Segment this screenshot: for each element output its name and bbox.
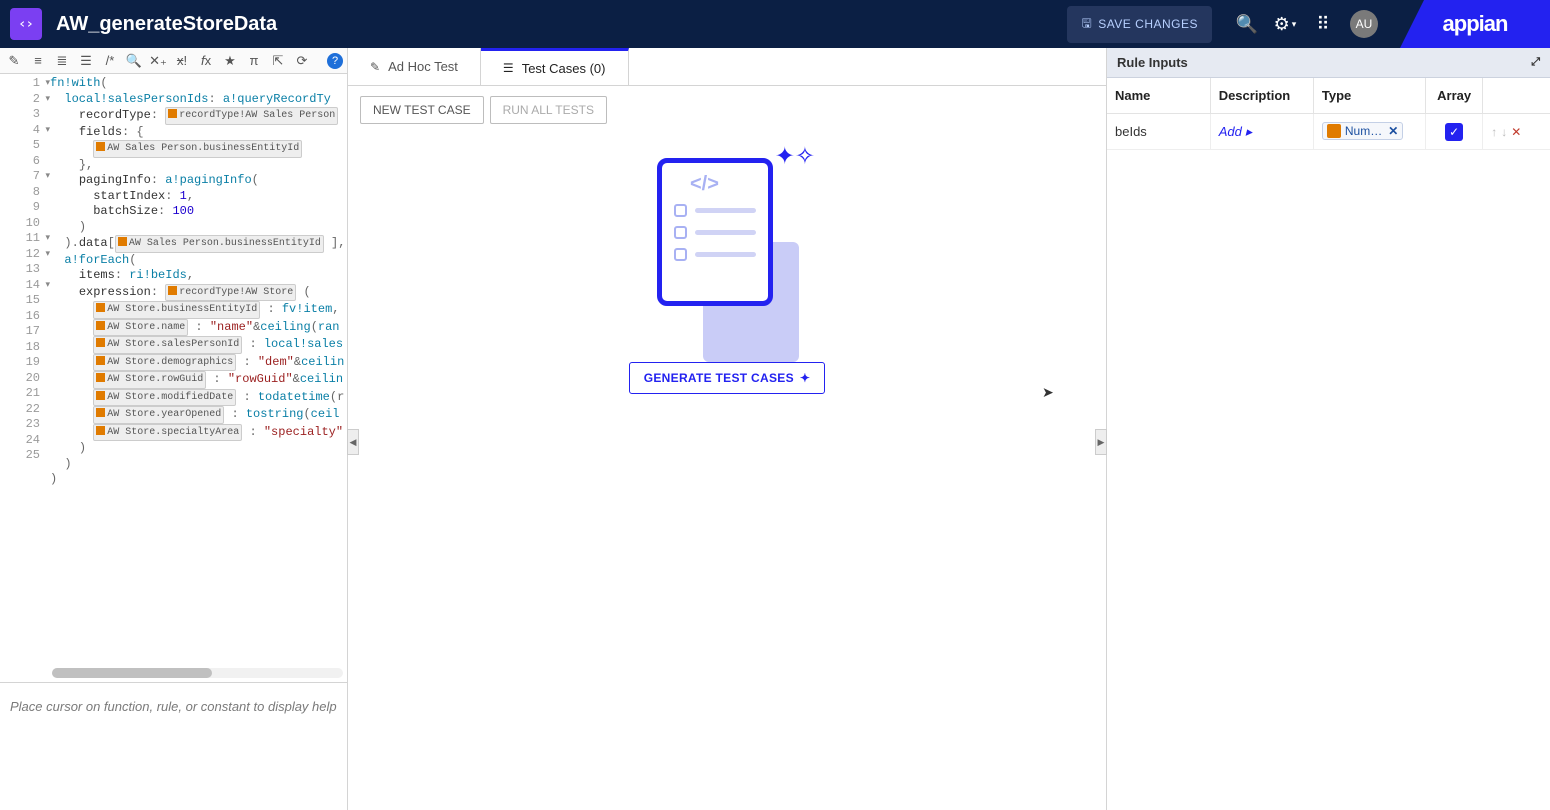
toolbar-fx-icon[interactable]: fx xyxy=(196,53,216,68)
ri-row-actions: ↑ ↓ ✕ xyxy=(1491,125,1542,139)
collapse-right-handle[interactable]: ▶ xyxy=(1095,429,1107,455)
toolbar-format-icon[interactable]: ✎ xyxy=(4,53,24,69)
search-icon: 🔍 xyxy=(1236,14,1258,35)
tab-test-cases[interactable]: ☰ Test Cases (0) xyxy=(481,48,629,85)
list-icon: ☰ xyxy=(503,61,514,75)
code-icon xyxy=(17,15,35,33)
user-avatar[interactable]: AU xyxy=(1350,10,1378,38)
save-icon: 🖫 xyxy=(1081,14,1092,35)
ri-add-description-link[interactable]: Add ▸ xyxy=(1219,124,1252,139)
ri-name-cell[interactable]: beIds xyxy=(1107,114,1210,150)
rule-inputs-panel: Rule Inputs ⤢ Name Description Type Arra… xyxy=(1106,48,1550,810)
toolbar-export-icon[interactable]: ⇱ xyxy=(268,53,288,69)
toolbar-help-icon[interactable]: ? xyxy=(327,53,343,69)
code-tag-icon: </> xyxy=(690,173,719,196)
code-gutter: 1234567891011121314151617181920212223242… xyxy=(0,74,50,682)
delete-row-icon[interactable]: ✕ xyxy=(1511,125,1521,139)
settings-menu-button[interactable]: ⚙▾ xyxy=(1266,0,1304,48)
code-toolbar: ✎ ≡ ≣ ☰ /* 🔍 ✕₊ x! fx ★ π ⇱ ⟳ ? xyxy=(0,48,347,74)
test-case-buttons: NEW TEST CASE RUN ALL TESTS xyxy=(348,86,1106,134)
collapse-left-handle[interactable]: ◀ xyxy=(347,429,359,455)
col-type: Type xyxy=(1313,78,1425,114)
pencil-icon: ✎ xyxy=(370,60,380,74)
toolbar-comment-icon[interactable]: /* xyxy=(100,53,120,68)
app-logo xyxy=(10,8,42,40)
code-body[interactable]: fn!with( local!salesPersonIds: a!queryRe… xyxy=(50,74,347,682)
code-panel: ✎ ≡ ≣ ☰ /* 🔍 ✕₊ x! fx ★ π ⇱ ⟳ ? 12345678… xyxy=(0,48,348,810)
global-search-button[interactable]: 🔍 xyxy=(1228,0,1266,48)
scrollbar-thumb[interactable] xyxy=(52,668,212,678)
tab-adhoc-test[interactable]: ✎ Ad Hoc Test xyxy=(348,48,481,85)
test-cases-empty-state: </> ✦✧ GENERATE TEST CASES ✦ xyxy=(348,158,1106,394)
move-down-icon[interactable]: ↓ xyxy=(1501,125,1507,139)
empty-illustration: </> ✦✧ xyxy=(657,158,797,338)
run-all-tests-button[interactable]: RUN ALL TESTS xyxy=(490,96,607,124)
ri-type-label: Num… xyxy=(1345,124,1382,138)
move-up-icon[interactable]: ↑ xyxy=(1491,125,1497,139)
sparkle-icon: ✦ xyxy=(800,371,810,385)
toolbar-outdent-icon[interactable]: ≡ xyxy=(28,53,48,68)
tab-adhoc-label: Ad Hoc Test xyxy=(388,59,458,74)
col-array: Array xyxy=(1426,78,1483,114)
toolbar-star-icon[interactable]: ★ xyxy=(220,53,240,69)
code-help-pane: Place cursor on function, rule, or const… xyxy=(0,682,347,810)
gear-icon: ⚙ xyxy=(1274,14,1290,35)
col-description: Description xyxy=(1210,78,1313,114)
generate-test-cases-button[interactable]: GENERATE TEST CASES ✦ xyxy=(629,362,826,394)
toolbar-indent-icon[interactable]: ≣ xyxy=(52,53,72,69)
topbar: AW_generateStoreData 🖫 SAVE CHANGES 🔍 ⚙▾… xyxy=(0,0,1550,48)
test-panel: ◀ ▶ ✎ Ad Hoc Test ☰ Test Cases (0) NEW T… xyxy=(348,48,1106,810)
grid-icon: ⠿ xyxy=(1316,14,1329,35)
generate-label: GENERATE TEST CASES xyxy=(644,371,794,385)
save-label: SAVE CHANGES xyxy=(1098,17,1198,31)
rule-inputs-header: Rule Inputs ⤢ xyxy=(1107,48,1550,78)
rule-input-row: beIds Add ▸ Num… ✕ ✓ ↑ ↓ xyxy=(1107,114,1550,150)
type-icon xyxy=(1327,124,1341,138)
clear-type-icon[interactable]: ✕ xyxy=(1388,124,1398,138)
save-changes-button[interactable]: 🖫 SAVE CHANGES xyxy=(1067,6,1212,43)
ri-type-chip[interactable]: Num… ✕ xyxy=(1322,122,1403,140)
toolbar-search-icon[interactable]: 🔍 xyxy=(124,53,144,69)
code-editor[interactable]: 1234567891011121314151617181920212223242… xyxy=(0,74,347,682)
toolbar-pi-icon[interactable]: π xyxy=(244,53,264,68)
rule-inputs-title: Rule Inputs xyxy=(1117,55,1188,70)
col-name: Name xyxy=(1107,78,1210,114)
sparkle-icon: ✦✧ xyxy=(775,142,815,171)
toolbar-shuffle-icon[interactable]: ✕₊ xyxy=(148,53,168,69)
maximize-icon[interactable]: ⤢ xyxy=(1531,56,1540,69)
tab-cases-label: Test Cases (0) xyxy=(522,61,606,76)
col-actions xyxy=(1483,78,1550,114)
ri-array-checkbox[interactable]: ✓ xyxy=(1445,123,1463,141)
main-content: ✎ ≡ ≣ ☰ /* 🔍 ✕₊ x! fx ★ π ⇱ ⟳ ? 12345678… xyxy=(0,48,1550,810)
new-test-case-button[interactable]: NEW TEST CASE xyxy=(360,96,484,124)
editor-horizontal-scrollbar[interactable] xyxy=(52,668,343,678)
brand-logo: appian xyxy=(1400,0,1550,48)
chevron-down-icon: ▾ xyxy=(1292,19,1297,30)
rule-inputs-table: Name Description Type Array beIds Add ▸ … xyxy=(1107,78,1550,150)
toolbar-refresh-icon[interactable]: ⟳ xyxy=(292,53,312,69)
toolbar-list-icon[interactable]: ☰ xyxy=(76,53,96,69)
apps-grid-button[interactable]: ⠿ xyxy=(1304,0,1342,48)
page-title: AW_generateStoreData xyxy=(56,13,277,36)
test-tabs: ✎ Ad Hoc Test ☰ Test Cases (0) xyxy=(348,48,1106,86)
mouse-cursor: ➤ xyxy=(1042,384,1054,401)
toolbar-remove-fx-icon[interactable]: x! xyxy=(172,53,192,68)
